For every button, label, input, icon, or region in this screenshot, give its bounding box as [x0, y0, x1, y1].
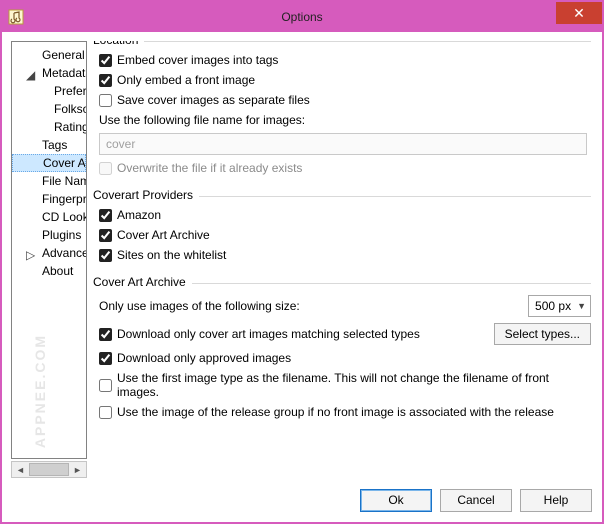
label-approved: Download only approved images [117, 351, 291, 365]
scroll-right-icon[interactable]: ► [69, 462, 86, 477]
sidebar-item-tags[interactable]: Tags [12, 136, 86, 154]
sidebar-item-ratings[interactable]: Ratings [12, 118, 86, 136]
sidebar-item-folksonomy-tags[interactable]: Folksonomy Tags [12, 100, 86, 118]
cancel-button[interactable]: Cancel [440, 489, 512, 512]
input-filename [99, 133, 587, 155]
help-button[interactable]: Help [520, 489, 592, 512]
label-only-front: Only embed a front image [117, 73, 255, 87]
sidebar[interactable]: General ◢ Metadata Preferred Releases Folkso… [11, 41, 87, 459]
main-panel: Location Embed cover images into tags On… [93, 41, 593, 478]
sidebar-item-label: Folksonomy Tags [54, 102, 86, 116]
sidebar-item-metadata[interactable]: ◢ Metadata [12, 64, 86, 82]
select-size-value: 500 px [535, 299, 571, 313]
label-whitelist: Sites on the whitelist [117, 248, 226, 262]
sidebar-item-label: File Naming [42, 174, 86, 188]
group-title-caa: Cover Art Archive [93, 275, 192, 289]
select-types-button[interactable]: Select types... [494, 323, 591, 345]
sidebar-item-about[interactable]: About [12, 262, 86, 280]
group-title-location: Location [93, 41, 144, 47]
label-amazon: Amazon [117, 208, 161, 222]
checkbox-whitelist[interactable] [99, 249, 112, 262]
sidebar-item-label: Fingerprinting [42, 192, 86, 206]
checkbox-save-separate[interactable] [99, 94, 112, 107]
ok-label: Ok [388, 493, 403, 507]
checkbox-release-group[interactable] [99, 406, 112, 419]
options-window: Options ✕ General ◢ Metadata Preferred Rele… [0, 0, 604, 524]
sidebar-item-label: Cover Art [43, 156, 86, 170]
group-location: Location Embed cover images into tags On… [93, 41, 591, 178]
label-match-types: Download only cover art images matching … [117, 327, 420, 341]
close-icon: ✕ [573, 5, 585, 22]
sidebar-item-label: Metadata [42, 66, 86, 80]
sidebar-item-label: Advanced [42, 246, 86, 260]
label-filename: Use the following file name for images: [99, 113, 305, 127]
group-caa: Cover Art Archive Only use images of the… [93, 283, 591, 422]
app-icon [8, 9, 24, 25]
label-embed: Embed cover images into tags [117, 53, 278, 67]
label-release-group: Use the image of the release group if no… [117, 405, 554, 419]
window-title: Options [2, 10, 602, 24]
help-label: Help [544, 493, 569, 507]
sidebar-item-label: Preferred Releases [54, 84, 86, 98]
sidebar-item-fingerprinting[interactable]: Fingerprinting [12, 190, 86, 208]
titlebar: Options ✕ [2, 2, 602, 32]
checkbox-caa-provider[interactable] [99, 229, 112, 242]
sidebar-item-general[interactable]: General [12, 46, 86, 64]
checkbox-overwrite [99, 162, 112, 175]
label-size: Only use images of the following size: [99, 299, 300, 313]
sidebar-item-label: About [42, 264, 73, 278]
close-button[interactable]: ✕ [556, 2, 602, 24]
group-title-providers: Coverart Providers [93, 188, 199, 202]
checkbox-approved[interactable] [99, 352, 112, 365]
select-types-label: Select types... [505, 327, 580, 341]
sidebar-item-label: General [42, 48, 85, 62]
body: General ◢ Metadata Preferred Releases Folkso… [2, 32, 602, 478]
sidebar-item-label: CD Lookup [42, 210, 86, 224]
sidebar-item-label: Plugins [42, 228, 81, 242]
sidebar-wrap: General ◢ Metadata Preferred Releases Folkso… [11, 41, 87, 478]
label-caa-provider: Cover Art Archive [117, 228, 210, 242]
label-first-type: Use the first image type as the filename… [117, 371, 591, 399]
ok-button[interactable]: Ok [360, 489, 432, 512]
sidebar-item-cd-lookup[interactable]: CD Lookup [12, 208, 86, 226]
cancel-label: Cancel [457, 493, 494, 507]
scroll-thumb[interactable] [29, 463, 69, 476]
chevron-down-icon: ▼ [577, 301, 586, 311]
checkbox-only-front[interactable] [99, 74, 112, 87]
sidebar-item-label: Tags [42, 138, 67, 152]
sidebar-hscroll[interactable]: ◄ ► [11, 461, 87, 478]
scroll-track[interactable] [29, 462, 69, 477]
sidebar-item-plugins[interactable]: Plugins [12, 226, 86, 244]
sidebar-item-preferred-releases[interactable]: Preferred Releases [12, 82, 86, 100]
checkbox-first-type[interactable] [99, 379, 112, 392]
sidebar-item-advanced[interactable]: ▷ Advanced [12, 244, 86, 262]
tree-expander-icon[interactable]: ◢ [26, 67, 36, 82]
sidebar-item-file-naming[interactable]: File Naming [12, 172, 86, 190]
sidebar-item-cover-art[interactable]: Cover Art [12, 154, 86, 172]
scroll-left-icon[interactable]: ◄ [12, 462, 29, 477]
checkbox-match-types[interactable] [99, 328, 112, 341]
footer: Ok Cancel Help [2, 478, 602, 522]
tree-expander-icon[interactable]: ▷ [26, 247, 36, 262]
select-size[interactable]: 500 px ▼ [528, 295, 591, 317]
sidebar-item-label: Ratings [54, 120, 86, 134]
checkbox-amazon[interactable] [99, 209, 112, 222]
checkbox-embed[interactable] [99, 54, 112, 67]
watermark: APPNEE.COM [32, 334, 48, 448]
label-save-separate: Save cover images as separate files [117, 93, 310, 107]
label-overwrite: Overwrite the file if it already exists [117, 161, 302, 175]
group-providers: Coverart Providers Amazon Cover Art Arch… [93, 196, 591, 265]
